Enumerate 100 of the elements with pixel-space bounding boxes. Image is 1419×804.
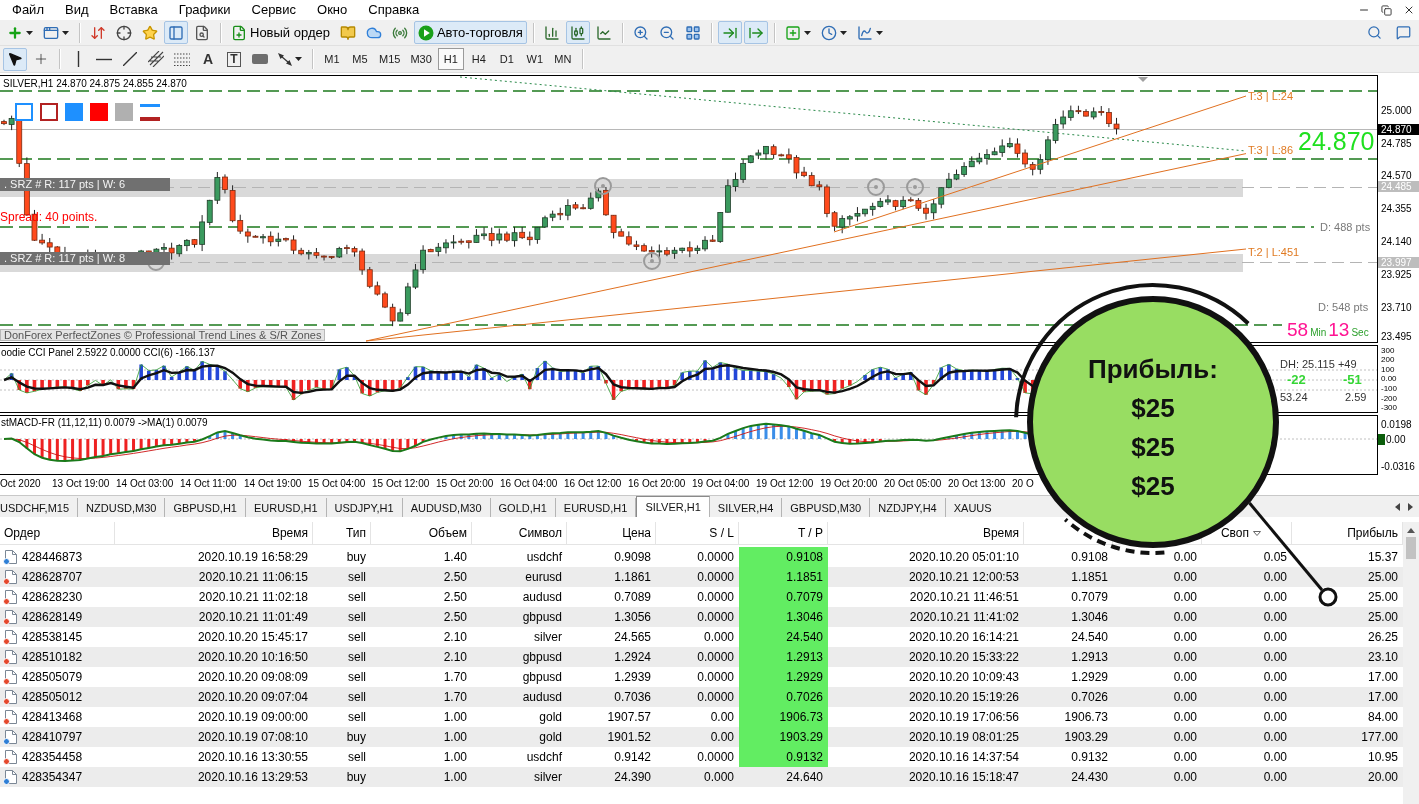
triangle-marker-icon xyxy=(1138,77,1148,82)
table-cell-text: 0.0000 xyxy=(696,689,735,706)
table-cell-text: sell xyxy=(347,569,367,586)
timeframe-button[interactable]: H4 xyxy=(465,48,492,70)
scrollbar-thumb[interactable] xyxy=(1406,537,1416,559)
table-cell-text: 15.37 xyxy=(1366,549,1399,566)
table-cell-text: 0.00 xyxy=(1262,749,1288,766)
cci-bar xyxy=(840,380,844,389)
hollow-square-icon[interactable] xyxy=(15,103,33,121)
table-cell-text: 2.10 xyxy=(442,629,468,646)
window-icon xyxy=(43,24,59,41)
time-label: 15 Oct 04:00 xyxy=(308,478,366,490)
menu-item[interactable]: Вставка xyxy=(99,0,169,20)
table-cell-text: 2020.10.20 05:01:10 xyxy=(907,549,1020,566)
new-order-button[interactable]: Новый ордер xyxy=(227,21,334,44)
scroll-left-icon[interactable] xyxy=(1395,503,1400,511)
column-header[interactable]: Цена xyxy=(622,525,651,541)
cci-bar xyxy=(17,380,22,390)
auto-scroll-button[interactable] xyxy=(717,21,742,44)
search-icon[interactable] xyxy=(1367,25,1382,40)
macd-bar xyxy=(185,439,189,443)
macd-bar xyxy=(848,439,852,444)
table-cell-text: eurusd xyxy=(524,569,563,586)
table-cell-text: 84.00 xyxy=(1366,709,1399,726)
timeframe-button[interactable]: W1 xyxy=(521,48,548,70)
column-header[interactable]: Своп xyxy=(1220,525,1261,541)
chart-tab[interactable]: XAUUS xyxy=(945,498,994,517)
timeframe-button[interactable]: M1 xyxy=(319,48,345,70)
column-header[interactable]: Время xyxy=(982,525,1019,541)
cci-bar xyxy=(268,380,273,387)
line-style-icon[interactable] xyxy=(140,103,160,121)
table-row[interactable]: 428410797 2020.10.19 07:08:10 buy 1.00 gold 1901.52 0.00 1903.29 2020.10.19 08:01:25 1903.29 0.00 0.00 177.00 xyxy=(0,727,1403,747)
cci-bar xyxy=(489,377,494,380)
cci-bar xyxy=(131,380,136,390)
macd-bar xyxy=(337,439,341,443)
table-cell-text: 0.0000 xyxy=(696,549,735,566)
timeframe-button[interactable]: D1 xyxy=(493,48,520,70)
macd-bar xyxy=(749,425,753,439)
timeframe-button[interactable]: M5 xyxy=(347,48,373,70)
scroll-up-icon[interactable] xyxy=(1407,528,1415,533)
cci-bar xyxy=(261,380,265,387)
column-header[interactable]: Прибыль xyxy=(1347,525,1398,541)
column-header[interactable]: T / P xyxy=(797,525,823,541)
cci-bar xyxy=(421,366,425,380)
cci-bar xyxy=(70,380,75,389)
table-cell-text: 1.00 xyxy=(442,709,468,726)
price-label: 23.710 xyxy=(1380,301,1413,313)
hollow-square-icon[interactable] xyxy=(40,103,58,121)
timeframe-button[interactable]: MN xyxy=(549,48,576,70)
cursor-button[interactable] xyxy=(3,47,27,71)
restore-icon[interactable] xyxy=(1381,4,1392,16)
column-header[interactable]: Ордер xyxy=(4,525,41,541)
table-cell-text: 0.00 xyxy=(1262,569,1288,586)
timeframe-button[interactable]: M30 xyxy=(406,48,436,70)
cci-bar xyxy=(939,367,944,380)
macd-bar xyxy=(520,435,524,439)
macd-bar xyxy=(322,439,326,444)
table-cell-text: 2020.10.20 16:14:21 xyxy=(907,629,1020,646)
text-button[interactable]: A xyxy=(196,47,220,71)
chart-shift-button[interactable] xyxy=(743,21,768,44)
table-row[interactable]: 428628149 2020.10.21 11:01:49 sell 2.50 gbpusd 1.3056 0.0000 1.3046 2020.10.21 11:41:02 1.3046 0.00 0.00 25.00 xyxy=(0,607,1403,627)
price-chart[interactable] xyxy=(0,75,1378,343)
table-cell-text: 25.00 xyxy=(1366,589,1399,606)
macd-bar xyxy=(756,424,760,439)
text-label-button[interactable]: T xyxy=(222,47,246,71)
table-row[interactable]: 428505012 2020.10.20 09:07:04 sell 1.70 audusd 0.7036 0.0000 0.7026 2020.10.20 15:19:26 0.7026 0.00 0.00 17.00 xyxy=(0,687,1403,707)
column-header[interactable]: Символ xyxy=(518,525,562,541)
menu-item[interactable]: Справка xyxy=(358,0,431,20)
cci-bar xyxy=(428,370,433,380)
indicator-scale-label: 100 xyxy=(1380,364,1396,374)
chart-tab[interactable]: SILVER,H1 xyxy=(636,496,710,517)
indicator-scale-label: -0.0316 xyxy=(1380,460,1416,472)
cci-bar xyxy=(741,370,745,380)
column-header[interactable]: Объем xyxy=(428,525,467,541)
candlestick-chart-button[interactable] xyxy=(565,21,590,44)
macd-bar xyxy=(299,439,303,443)
menu-item[interactable]: Графики xyxy=(168,0,242,20)
auto-trading-button[interactable]: Авто-торговля xyxy=(413,21,527,44)
menu-item[interactable]: Окно xyxy=(307,0,359,20)
table-row[interactable]: 428628707 2020.10.21 11:06:15 sell 2.50 eurusd 1.1861 0.0000 1.1851 2020.10.21 12:00:53 1.1851 0.00 0.00 25.00 xyxy=(0,567,1403,587)
menu-item[interactable]: Сервис xyxy=(241,0,308,20)
timeframe-button[interactable]: M15 xyxy=(375,48,405,70)
menu-item[interactable]: Файл xyxy=(2,0,55,20)
column-header[interactable]: S / L xyxy=(709,525,734,541)
take-profit-cell: 1903.29 xyxy=(739,727,828,747)
menu-item[interactable]: Вид xyxy=(54,0,100,20)
chat-icon[interactable] xyxy=(1396,25,1411,40)
cci-bar xyxy=(162,365,166,380)
scroll-right-icon[interactable] xyxy=(1408,503,1413,511)
table-cell-text: 0.7036 xyxy=(613,689,652,706)
close-icon[interactable] xyxy=(1403,4,1415,16)
cci-bar xyxy=(535,368,540,380)
table-row[interactable]: 428354347 2020.10.16 13:29:53 buy 1.00 silver 24.390 0.000 24.640 2020.10.16 15:18:47 24.430 0.00 0.00 20.00 xyxy=(0,767,1403,787)
timeframe-button[interactable]: H1 xyxy=(437,48,464,70)
column-header[interactable]: Тип xyxy=(346,525,366,541)
column-header[interactable]: Время xyxy=(271,525,308,541)
table-row[interactable]: 428510182 2020.10.20 10:16:50 sell 2.10 gbpusd 1.2924 0.0000 1.2913 2020.10.20 15:33:22 1.2913 0.00 0.00 23.10 xyxy=(0,647,1403,667)
macd-bar xyxy=(421,439,425,442)
macd-bar xyxy=(86,439,90,459)
macd-bar xyxy=(634,439,638,442)
